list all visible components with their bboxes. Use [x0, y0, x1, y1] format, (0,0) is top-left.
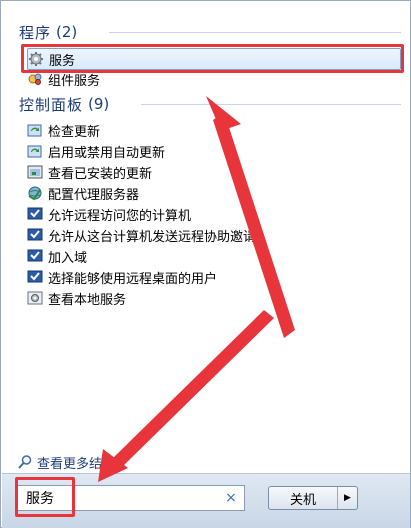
- item-label: 查看本地服务: [48, 292, 127, 308]
- component-services-icon: [27, 71, 43, 87]
- domain-icon: [27, 248, 43, 264]
- annotation-highlight-box: [15, 477, 75, 517]
- group-count: (2): [56, 23, 78, 41]
- magnifier-icon: [17, 454, 33, 470]
- item-label: 配置代理服务器: [48, 187, 140, 203]
- windows-update-icon: [27, 143, 43, 159]
- group-title: 程序: [19, 23, 52, 42]
- cp-item-remote-access[interactable]: 允许远程访问您的计算机: [27, 204, 191, 224]
- item-label: 允许从这台计算机发送远程协助邀请: [48, 229, 257, 245]
- cp-item-remote-desktop-users[interactable]: 选择能够使用远程桌面的用户: [27, 267, 217, 287]
- item-label: 选择能够使用远程桌面的用户: [48, 271, 218, 287]
- cp-item-auto-update[interactable]: 启用或禁用自动更新: [27, 141, 165, 161]
- close-icon[interactable]: ×: [224, 490, 238, 506]
- see-more-results-link[interactable]: 查看更多结果: [17, 453, 116, 472]
- windows-update-icon: [27, 122, 43, 138]
- installed-updates-icon: [27, 164, 43, 180]
- item-label: 启用或禁用自动更新: [48, 145, 166, 161]
- remote-access-icon: [27, 206, 43, 222]
- cp-item-local-services[interactable]: 查看本地服务: [27, 288, 126, 308]
- internet-options-icon: [27, 185, 43, 201]
- group-title: 控制面板: [19, 95, 84, 114]
- item-label: 查看已安装的更新: [48, 166, 153, 182]
- more-results-label: 查看更多结果: [37, 456, 116, 472]
- local-services-icon: [27, 290, 43, 306]
- annotation-highlight-box: [21, 44, 404, 73]
- shutdown-button[interactable]: 关机 ▶: [268, 486, 358, 510]
- item-label: 加入域: [48, 250, 88, 266]
- triangle-right-icon[interactable]: ▶: [338, 487, 357, 509]
- cp-item-installed-updates[interactable]: 查看已安装的更新: [27, 162, 152, 182]
- item-label: 检查更新: [48, 124, 101, 140]
- remote-desktop-users-icon: [27, 269, 43, 285]
- group-header-programs: 程序 (2): [19, 21, 77, 43]
- start-menu-search-panel: 程序 (2) 服务 组件服务 控制面板 (9) 检查更新 启用或禁用自动更新 查…: [0, 0, 411, 528]
- group-header-control-panel: 控制面板 (9): [19, 93, 109, 115]
- group-divider: [141, 104, 401, 105]
- cp-item-join-domain[interactable]: 加入域: [27, 246, 87, 266]
- shutdown-label: 关机: [269, 487, 338, 509]
- remote-assistance-icon: [27, 227, 43, 243]
- group-count: (9): [88, 95, 110, 113]
- cp-item-proxy[interactable]: 配置代理服务器: [27, 183, 139, 203]
- group-divider: [109, 32, 401, 33]
- item-label: 允许远程访问您的计算机: [48, 208, 192, 224]
- cp-item-remote-assistance[interactable]: 允许从这台计算机发送远程协助邀请: [27, 225, 256, 245]
- cp-item-check-updates[interactable]: 检查更新: [27, 120, 100, 140]
